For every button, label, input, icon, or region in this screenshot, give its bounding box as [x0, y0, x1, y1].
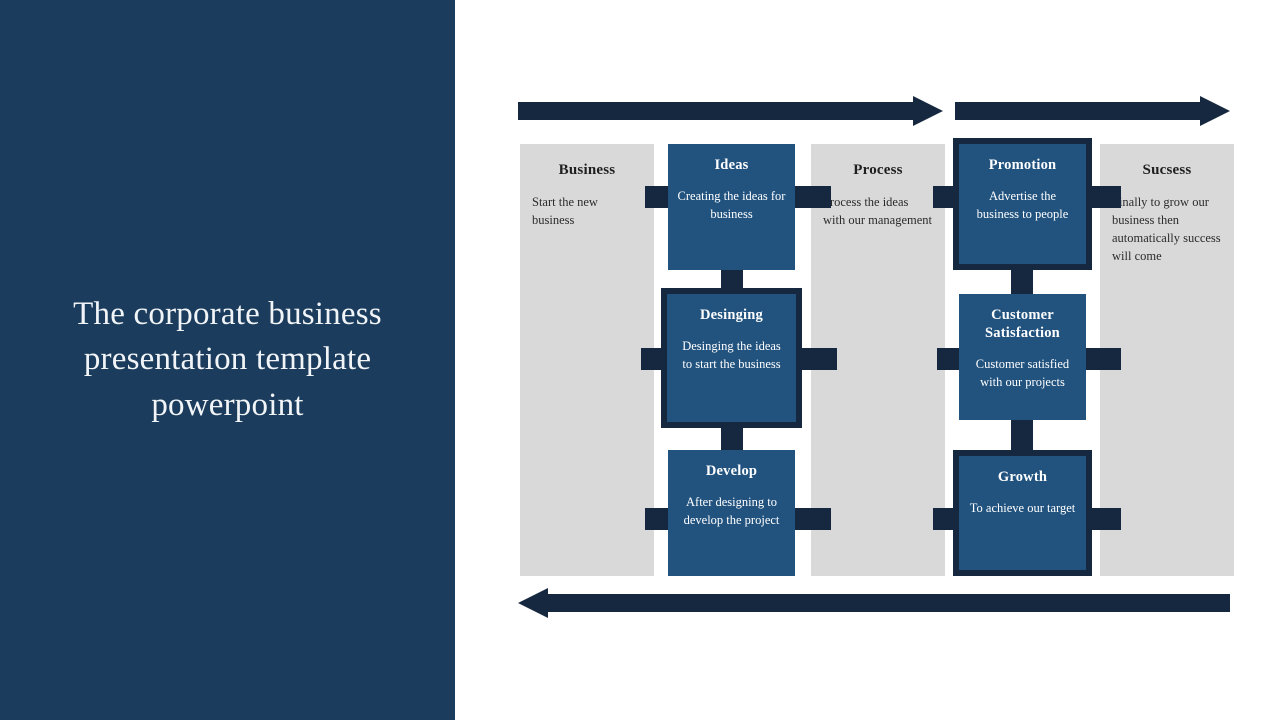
- context-column-title: Business: [558, 162, 616, 178]
- step-card-promotion[interactable]: Promotion Advertise the business to peop…: [953, 138, 1092, 270]
- step-title: Desinging: [699, 307, 764, 323]
- step-card-growth[interactable]: Growth To achieve our target: [953, 450, 1092, 576]
- context-column-body: Process the ideas with our management: [823, 195, 932, 228]
- context-column-body: Finally to grow our business then automa…: [1112, 195, 1221, 264]
- connector-stub: [1011, 418, 1033, 454]
- step-card-customer-satisfaction[interactable]: Customer Satisfaction Customer satisfied…: [959, 294, 1086, 420]
- top-left-arrow-icon: [518, 96, 943, 126]
- context-column-title: Sucsess: [1142, 162, 1192, 178]
- arrow-head: [518, 588, 548, 618]
- arrow-shaft: [518, 102, 915, 120]
- step-body: After designing to develop the project: [683, 495, 780, 527]
- context-column-business: Business Start the new business: [520, 144, 654, 576]
- step-card-develop[interactable]: Develop After designing to develop the p…: [668, 450, 795, 576]
- context-column-body: Start the new business: [532, 195, 598, 228]
- step-body: Desinging the ideas to start the busines…: [682, 339, 781, 371]
- arrow-head: [1200, 96, 1230, 126]
- step-title: Promotion: [988, 157, 1057, 173]
- arrow-shaft: [955, 102, 1202, 120]
- step-card-ideas[interactable]: Ideas Creating the ideas for business: [668, 144, 795, 270]
- presentation-slide: The corporate business presentation temp…: [0, 0, 1280, 720]
- step-body: Creating the ideas for business: [677, 189, 786, 221]
- title-panel: The corporate business presentation temp…: [0, 0, 455, 720]
- step-title: Growth: [997, 469, 1048, 485]
- step-body: Advertise the business to people: [976, 189, 1069, 221]
- step-body: Customer satisfied with our projects: [975, 357, 1070, 389]
- arrow-shaft: [546, 594, 1230, 612]
- slide-title: The corporate business presentation temp…: [73, 295, 382, 423]
- step-title: Develop: [705, 463, 758, 479]
- top-right-arrow-icon: [955, 96, 1230, 126]
- step-body: To achieve our target: [969, 501, 1076, 516]
- step-title: Ideas: [714, 157, 749, 173]
- bottom-arrow-icon: [518, 588, 1230, 618]
- process-diagram: Business Start the new business Process …: [455, 0, 1280, 720]
- arrow-head: [913, 96, 943, 126]
- step-title: Customer Satisfaction: [985, 307, 1060, 342]
- step-card-desinging[interactable]: Desinging Desinging the ideas to start t…: [661, 288, 802, 428]
- context-column-title: Process: [853, 162, 903, 178]
